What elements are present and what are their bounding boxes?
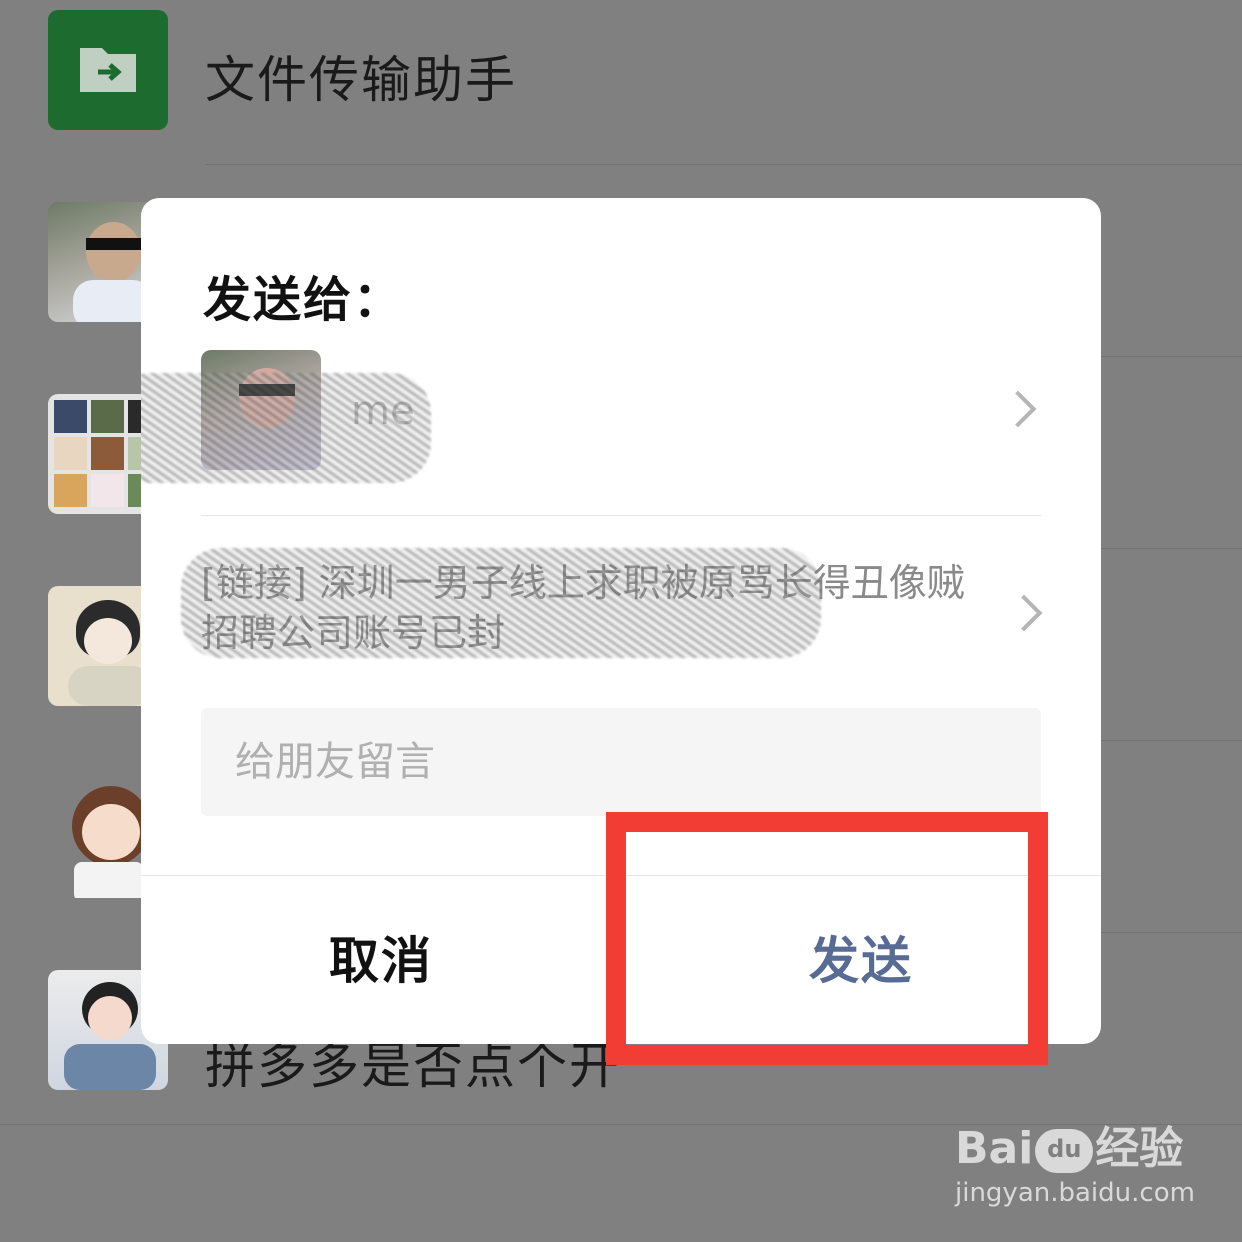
highlight-box (606, 812, 1048, 1065)
watermark-url: jingyan.baidu.com (955, 1178, 1195, 1208)
chat-item-file-transfer[interactable]: 文件传输助手 (0, 0, 1242, 192)
paw-icon: du (1035, 1129, 1094, 1173)
watermark-logo-paw-text: du (1047, 1135, 1082, 1163)
watermark-logo-text: Bai (955, 1123, 1034, 1174)
message-input[interactable] (201, 708, 1041, 816)
watermark-logo-suffix: 经验 (1095, 1123, 1184, 1174)
watermark-logo: Bai du 经验 (955, 1112, 1195, 1176)
chevron-right-icon (999, 390, 1037, 428)
file-transfer-avatar (48, 10, 168, 130)
folder-forward-icon (80, 48, 136, 92)
cancel-button[interactable]: 取消 (141, 876, 621, 1044)
baidu-watermark: Bai du 经验 jingyan.baidu.com (955, 1112, 1195, 1208)
chevron-right-icon (1005, 594, 1043, 632)
chat-name: 文件传输助手 (205, 51, 517, 109)
divider (201, 515, 1041, 516)
dialog-title: 发送给： (203, 272, 404, 328)
redaction-scribble (141, 373, 431, 483)
redaction-scribble (181, 548, 821, 658)
divider (205, 164, 1242, 165)
